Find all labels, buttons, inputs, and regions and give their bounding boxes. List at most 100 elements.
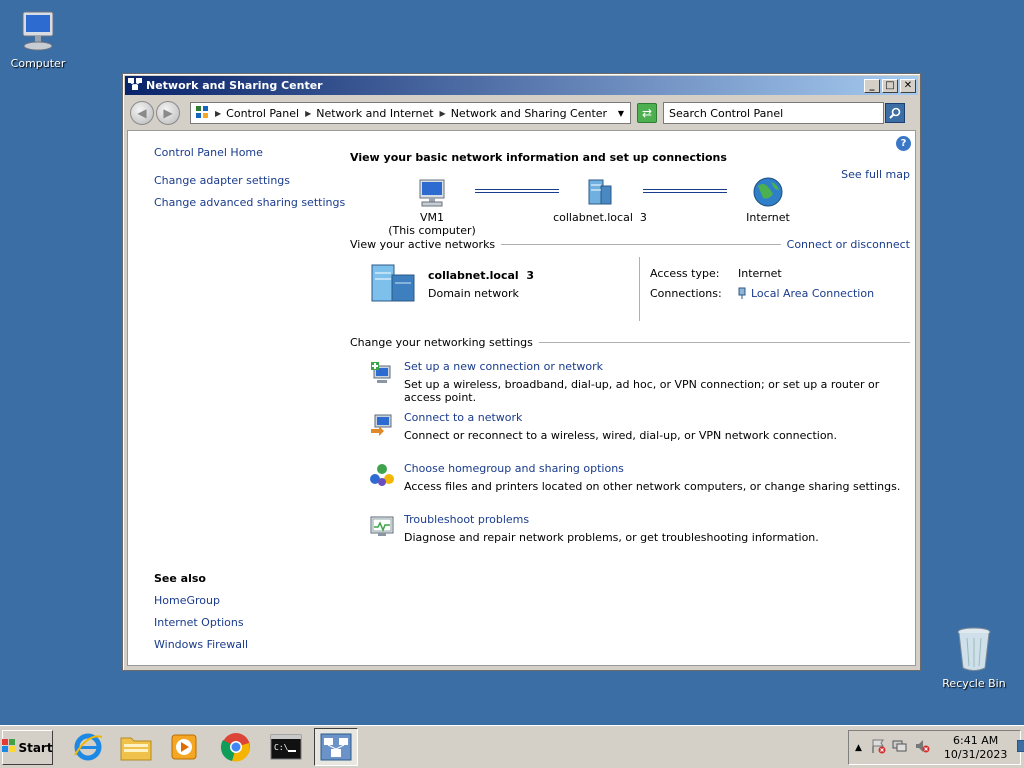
see-also: See also HomeGroup Internet Options Wind… [154,572,354,660]
troubleshoot-link[interactable]: Troubleshoot problems [404,513,910,526]
network-sharing-window: Network and Sharing Center _ □ ✕ ◀ ▶ ▶ Co… [122,73,921,671]
connect-network-link[interactable]: Connect to a network [404,411,910,424]
homegroup-link[interactable]: HomeGroup [154,594,354,607]
start-button[interactable]: Start [2,730,53,765]
taskbar-ie[interactable] [66,728,110,766]
internet-options-link[interactable]: Internet Options [154,616,354,629]
desktop-computer-icon[interactable]: Computer [0,10,76,70]
minimize-button[interactable]: _ [864,78,880,93]
desktop-recycle-bin-icon[interactable]: Recycle Bin [936,624,1012,690]
forward-button[interactable]: ▶ [156,101,180,125]
computer-icon [22,11,54,51]
new-connection-icon [369,360,395,389]
see-full-map-link[interactable]: See full map [841,168,910,181]
globe-icon [753,177,783,207]
maximize-button[interactable]: □ [882,78,898,93]
network-map: See full map VM1 (This computer) collabn… [350,168,910,238]
breadcrumb-network-sharing[interactable]: ▶ Network and Sharing Center [440,107,608,120]
taskbar-explorer[interactable] [114,728,158,766]
clock[interactable]: 6:41 AM 10/31/2023 [944,734,1007,762]
active-network: collabnet.local 3 Domain network Access … [350,251,910,336]
address-bar[interactable]: ▶ Control Panel ▶ Network and Internet ▶ Ne… [190,102,631,124]
network-window-icon [128,78,142,93]
network-properties: Access type: Internet Connections: Local… [650,267,874,309]
folder-icon [120,737,152,761]
change-adapter-settings-link[interactable]: Change adapter settings [154,174,354,187]
chevron-up-icon[interactable]: ▲ [855,743,862,753]
task-item: Troubleshoot problems Diagnose and repai… [350,513,910,564]
connect-disconnect-link[interactable]: Connect or disconnect [787,238,910,251]
change-advanced-sharing-link[interactable]: Change advanced sharing settings [154,196,354,209]
map-connection-line [643,189,727,193]
taskbar-cmd[interactable]: C:\ [264,728,308,766]
system-tray: ▲ 6:41 AM 10/31/2023 [848,730,1024,765]
window-title: Network and Sharing Center [146,79,323,92]
title-bar[interactable]: Network and Sharing Center _ □ ✕ [125,76,918,95]
taskbar-media-player[interactable] [162,728,206,766]
control-panel-icon [195,105,209,122]
task-item: Set up a new connection or network Set u… [350,360,910,411]
page-heading: View your basic network information and … [350,151,727,164]
search-icon[interactable] [885,103,905,123]
internet-label: Internet [746,211,790,224]
settings-header-label: Change your networking settings [350,336,533,349]
computer-subtitle: (This computer) [388,224,476,237]
clock-time: 6:41 AM [953,733,999,747]
chevron-down-icon[interactable]: ▼ [618,109,624,118]
help-icon[interactable]: ? [896,136,911,151]
settings-header: Change your networking settings [350,336,910,349]
internet-explorer-icon [74,733,103,761]
action-center-flag-icon[interactable] [870,738,886,757]
local-area-connection-link[interactable]: Local Area Connection [751,287,874,302]
left-nav: Control Panel Home Change adapter settin… [154,146,354,218]
task-item: Choose homegroup and sharing options Acc… [350,462,910,513]
map-connection-line [475,189,559,193]
active-network-name: collabnet.local 3 [428,269,534,282]
setup-connection-link[interactable]: Set up a new connection or network [404,360,910,373]
network-name: collabnet.local 3 [553,211,647,224]
network-tray-icon[interactable] [892,738,908,757]
domain-network-icon [588,179,612,205]
network-center-icon [320,733,352,761]
troubleshoot-icon [369,513,395,542]
access-type-label: Access type: [650,267,720,280]
windows-logo-icon [2,739,16,756]
breadcrumb-control-panel[interactable]: ▶ Control Panel [215,107,299,120]
map-node-network[interactable]: collabnet.local 3 [548,178,652,224]
computer-name: VM1 [419,211,444,224]
taskbar-chrome[interactable] [214,728,258,766]
access-type-value: Internet [738,267,782,280]
recycle-bin-icon [957,627,991,671]
breadcrumb-network-internet[interactable]: ▶ Network and Internet [305,107,433,120]
connect-network-desc: Connect or reconnect to a wireless, wire… [404,429,838,442]
taskbar: Start C:\ ▲ 6:41 AM 10/31/2023 [0,725,1024,768]
volume-muted-icon[interactable] [914,738,930,757]
main-pane: View your basic network information and … [350,151,910,564]
computer-icon [419,179,445,207]
homegroup-icon [369,462,395,491]
svg-text:C:\: C:\ [274,743,289,752]
ethernet-icon [738,287,746,302]
windows-firewall-link[interactable]: Windows Firewall [154,638,354,651]
start-label: Start [18,740,53,755]
show-desktop-icon[interactable] [1016,739,1024,755]
navigation-bar: ◀ ▶ ▶ Control Panel ▶ Network and Internet… [127,99,916,127]
active-network-type: Domain network [428,287,519,300]
clock-date: 10/31/2023 [943,747,1008,761]
task-item: Connect to a network Connect or reconnec… [350,411,910,462]
close-button[interactable]: ✕ [900,78,916,93]
command-prompt-icon: C:\ [270,734,302,760]
control-panel-home-link[interactable]: Control Panel Home [154,146,354,159]
map-node-internet[interactable]: Internet [730,176,806,224]
domain-network-icon [370,263,418,306]
search-placeholder: Search Control Panel [669,106,784,120]
taskbar-control-panel[interactable] [314,728,358,766]
refresh-button[interactable]: ⇄ [637,103,657,123]
content-area: ? Control Panel Home Change adapter sett… [127,130,916,666]
see-also-heading: See also [154,572,206,585]
connect-network-icon [369,411,395,440]
back-button[interactable]: ◀ [130,101,154,125]
search-input[interactable]: Search Control Panel [663,102,884,124]
map-node-computer[interactable]: VM1 (This computer) [388,178,476,237]
homegroup-sharing-link[interactable]: Choose homegroup and sharing options [404,462,910,475]
